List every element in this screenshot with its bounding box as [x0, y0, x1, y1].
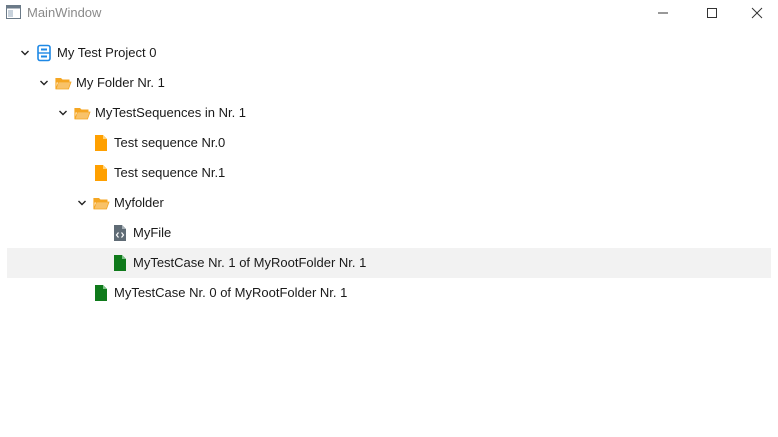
window-title: MainWindow: [27, 5, 102, 20]
tree-item-label: Test sequence Nr.0: [114, 135, 226, 150]
maximize-button[interactable]: [689, 0, 735, 26]
minimize-icon: [658, 12, 668, 14]
open-folder-icon: [55, 78, 72, 90]
chevron-down-icon[interactable]: [39, 78, 49, 88]
testcase-file-icon: [95, 285, 107, 301]
open-folder-icon: [93, 198, 110, 210]
tree-item-sequence[interactable]: Test sequence Nr.0: [7, 128, 771, 158]
tree-item-sequence[interactable]: Test sequence Nr.1: [7, 158, 771, 188]
tree-item-label: MyTestCase Nr. 1 of MyRootFolder Nr. 1: [133, 255, 367, 270]
testcase-file-icon: [114, 255, 126, 271]
tree-item-folder[interactable]: MyTestSequences in Nr. 1: [7, 98, 771, 128]
tree-item-label: MyTestSequences in Nr. 1: [95, 105, 247, 120]
tree-item-file[interactable]: MyFile: [7, 218, 771, 248]
chevron-down-icon[interactable]: [77, 198, 87, 208]
tree-item-label: MyTestCase Nr. 0 of MyRootFolder Nr. 1: [114, 285, 348, 300]
close-icon: [751, 7, 763, 19]
minimize-button[interactable]: [640, 0, 686, 26]
tree-item-label: My Test Project 0: [57, 45, 157, 60]
sequence-file-icon: [95, 135, 107, 151]
code-file-icon: [114, 225, 126, 241]
chevron-down-icon[interactable]: [58, 108, 68, 118]
project-icon: [37, 44, 51, 62]
close-button[interactable]: [734, 0, 778, 26]
title-bar: MainWindow: [0, 0, 778, 26]
sequence-file-icon: [95, 165, 107, 181]
tree-item-label: Myfolder: [114, 195, 164, 210]
tree-item-folder[interactable]: My Folder Nr. 1: [7, 68, 771, 98]
tree-item-project[interactable]: My Test Project 0: [7, 38, 771, 68]
chevron-down-icon[interactable]: [20, 48, 30, 58]
tree-item-label: Test sequence Nr.1: [114, 165, 226, 180]
maximize-icon: [707, 8, 717, 18]
tree-item-label: MyFile: [133, 225, 172, 240]
tree-item-folder[interactable]: Myfolder: [7, 188, 771, 218]
tree-item-testcase[interactable]: MyTestCase Nr. 0 of MyRootFolder Nr. 1: [7, 278, 771, 308]
tree-item-testcase-selected[interactable]: MyTestCase Nr. 1 of MyRootFolder Nr. 1: [7, 248, 771, 278]
open-folder-icon: [74, 108, 91, 120]
tree-item-label: My Folder Nr. 1: [76, 75, 165, 90]
app-window-icon: [6, 5, 21, 19]
